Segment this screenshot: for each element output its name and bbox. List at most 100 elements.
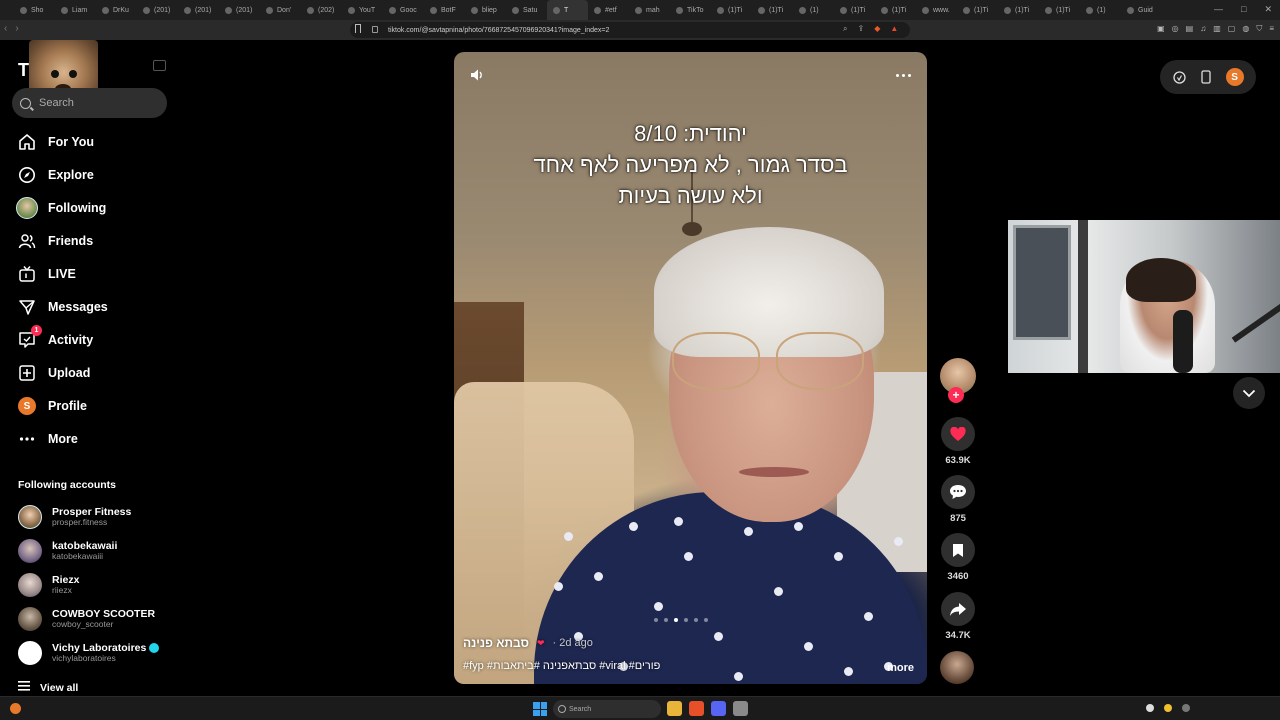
browser-tab[interactable]: (1)Ti	[875, 0, 916, 20]
page-dot[interactable]	[694, 618, 698, 622]
browser-tab[interactable]: mah	[629, 0, 670, 20]
comment-icon[interactable]	[941, 475, 975, 509]
url-input[interactable]: tiktok.com/@savtapnina/photo/76687254570…	[350, 22, 910, 38]
phone-icon[interactable]	[1199, 70, 1213, 84]
forward-icon[interactable]: ›	[15, 23, 18, 34]
browser-tab[interactable]: (201)	[178, 0, 219, 20]
wallet-icon[interactable]: ▢	[1228, 24, 1236, 34]
nav-explore[interactable]: Explore	[18, 163, 94, 187]
browser-tab[interactable]: (1)Ti	[752, 0, 793, 20]
extension-icon[interactable]: ▤	[1186, 24, 1194, 34]
comment-button[interactable]: 875	[938, 475, 978, 524]
bookmark-icon[interactable]	[941, 533, 975, 567]
menu-icon[interactable]: ≡	[1269, 24, 1274, 34]
file-explorer-icon[interactable]	[667, 701, 682, 716]
nav-following[interactable]: Following	[16, 196, 106, 220]
nav-live[interactable]: LIVE	[18, 262, 76, 286]
brave-icon[interactable]	[689, 701, 704, 716]
search-bar[interactable]	[12, 88, 167, 118]
browser-tab[interactable]: Liam	[55, 0, 96, 20]
page-dot-active[interactable]	[674, 618, 678, 622]
minimize-button[interactable]: —	[1214, 4, 1223, 15]
extension-icon[interactable]: ◍	[1242, 24, 1249, 34]
nav-for-you[interactable]: For You	[18, 130, 94, 154]
page-dot[interactable]	[704, 618, 708, 622]
user-avatar[interactable]: S	[1225, 68, 1244, 86]
next-video-thumbnail[interactable]	[940, 651, 974, 684]
tray-icon[interactable]	[1164, 704, 1172, 712]
browser-tab[interactable]: (202)	[301, 0, 342, 20]
account-item[interactable]: Vichy Laboratoires vichylaboratoires	[18, 639, 178, 667]
browser-tab[interactable]: TikTo	[670, 0, 711, 20]
browser-tab[interactable]: (1)	[793, 0, 834, 20]
nav-more[interactable]: More	[18, 427, 78, 451]
browser-tab[interactable]: bliep	[465, 0, 506, 20]
taskbar-search[interactable]: Search	[553, 700, 661, 718]
more-link[interactable]: more	[887, 662, 914, 674]
extension-icon[interactable]: ▣	[1157, 24, 1165, 34]
share-arrow-icon[interactable]	[941, 592, 975, 626]
heart-icon[interactable]	[941, 417, 975, 451]
account-item[interactable]: COWBOY SCOOTER cowboy_scooter	[18, 605, 178, 633]
start-icon[interactable]	[533, 702, 547, 716]
extension-icon[interactable]: ◎	[1172, 24, 1179, 34]
collapse-sidebar-button[interactable]	[153, 60, 166, 71]
browser-tab[interactable]: Don'	[260, 0, 301, 20]
photo-pagination[interactable]	[654, 618, 708, 622]
view-all-button[interactable]: View all	[18, 681, 78, 694]
browser-tab[interactable]: #etf	[588, 0, 629, 20]
browser-tab[interactable]: BotF	[424, 0, 465, 20]
browser-tab[interactable]: DrKu	[96, 0, 137, 20]
browser-tab[interactable]: (1)Ti	[834, 0, 875, 20]
browser-tab[interactable]: Guid	[1121, 0, 1162, 20]
page-dot[interactable]	[664, 618, 668, 622]
nav-friends[interactable]: Friends	[18, 229, 93, 253]
browser-tab[interactable]: (1)Ti	[998, 0, 1039, 20]
nav-profile[interactable]: S Profile	[18, 394, 87, 418]
page-dot[interactable]	[684, 618, 688, 622]
video-player[interactable]: יהודית: 8/10 בסדר גמור , לא מפריעה לאף א…	[454, 52, 927, 684]
browser-tab[interactable]: Satu	[506, 0, 547, 20]
back-icon[interactable]: ‹	[4, 23, 7, 34]
account-item[interactable]: katobekawaii katobekawaiii	[18, 537, 178, 565]
brave-shields-icon[interactable]: ◆	[874, 24, 880, 34]
browser-tab[interactable]: Sho	[14, 0, 55, 20]
tray-icon[interactable]	[1146, 704, 1154, 712]
browser-tab[interactable]: T	[547, 0, 588, 20]
browser-tab[interactable]: www.	[916, 0, 957, 20]
shield-icon[interactable]: ⛉	[1256, 24, 1262, 34]
browser-tab[interactable]: (1)Ti	[711, 0, 752, 20]
discord-icon[interactable]	[711, 701, 726, 716]
creator-avatar-button[interactable]: +	[938, 358, 978, 403]
author-name[interactable]: סבתא פנינה	[463, 636, 529, 650]
browser-tab[interactable]: (201)	[219, 0, 260, 20]
save-button[interactable]: 3460	[938, 533, 978, 582]
bookmark-icon[interactable]	[355, 24, 361, 33]
weather-icon[interactable]	[10, 703, 21, 714]
share-icon[interactable]: ⇪	[857, 24, 864, 34]
tray-icon[interactable]	[1182, 704, 1190, 712]
browser-tab[interactable]: (1)Ti	[1039, 0, 1080, 20]
browser-tab[interactable]: Gooc	[383, 0, 424, 20]
rewards-icon[interactable]: ▲	[890, 24, 898, 34]
hashtags[interactable]: #fyp #סבתאפנינה #ביתאבות #viral #פורים	[463, 660, 660, 672]
site-info-icon[interactable]	[372, 26, 378, 33]
page-dot[interactable]	[654, 618, 658, 622]
coins-icon[interactable]	[1172, 70, 1186, 84]
browser-tab[interactable]: (201)	[137, 0, 178, 20]
nav-messages[interactable]: Messages	[18, 295, 108, 319]
sidebar-toggle-icon[interactable]: ▥	[1213, 24, 1221, 34]
more-options-icon[interactable]	[896, 74, 911, 77]
browser-tab[interactable]: (1)Ti	[957, 0, 998, 20]
follow-plus-icon[interactable]: +	[948, 387, 964, 403]
browser-tab[interactable]: (1)	[1080, 0, 1121, 20]
nav-upload[interactable]: Upload	[18, 361, 90, 385]
app-icon[interactable]	[733, 701, 748, 716]
maximize-button[interactable]: □	[1241, 4, 1246, 15]
share-button[interactable]: 34.7K	[938, 592, 978, 641]
volume-icon[interactable]	[470, 68, 484, 82]
nav-activity[interactable]: 1 Activity	[18, 325, 93, 352]
close-window-button[interactable]: ✕	[1264, 4, 1272, 15]
search-input[interactable]	[39, 97, 159, 109]
music-icon[interactable]: ♫	[1200, 24, 1206, 34]
